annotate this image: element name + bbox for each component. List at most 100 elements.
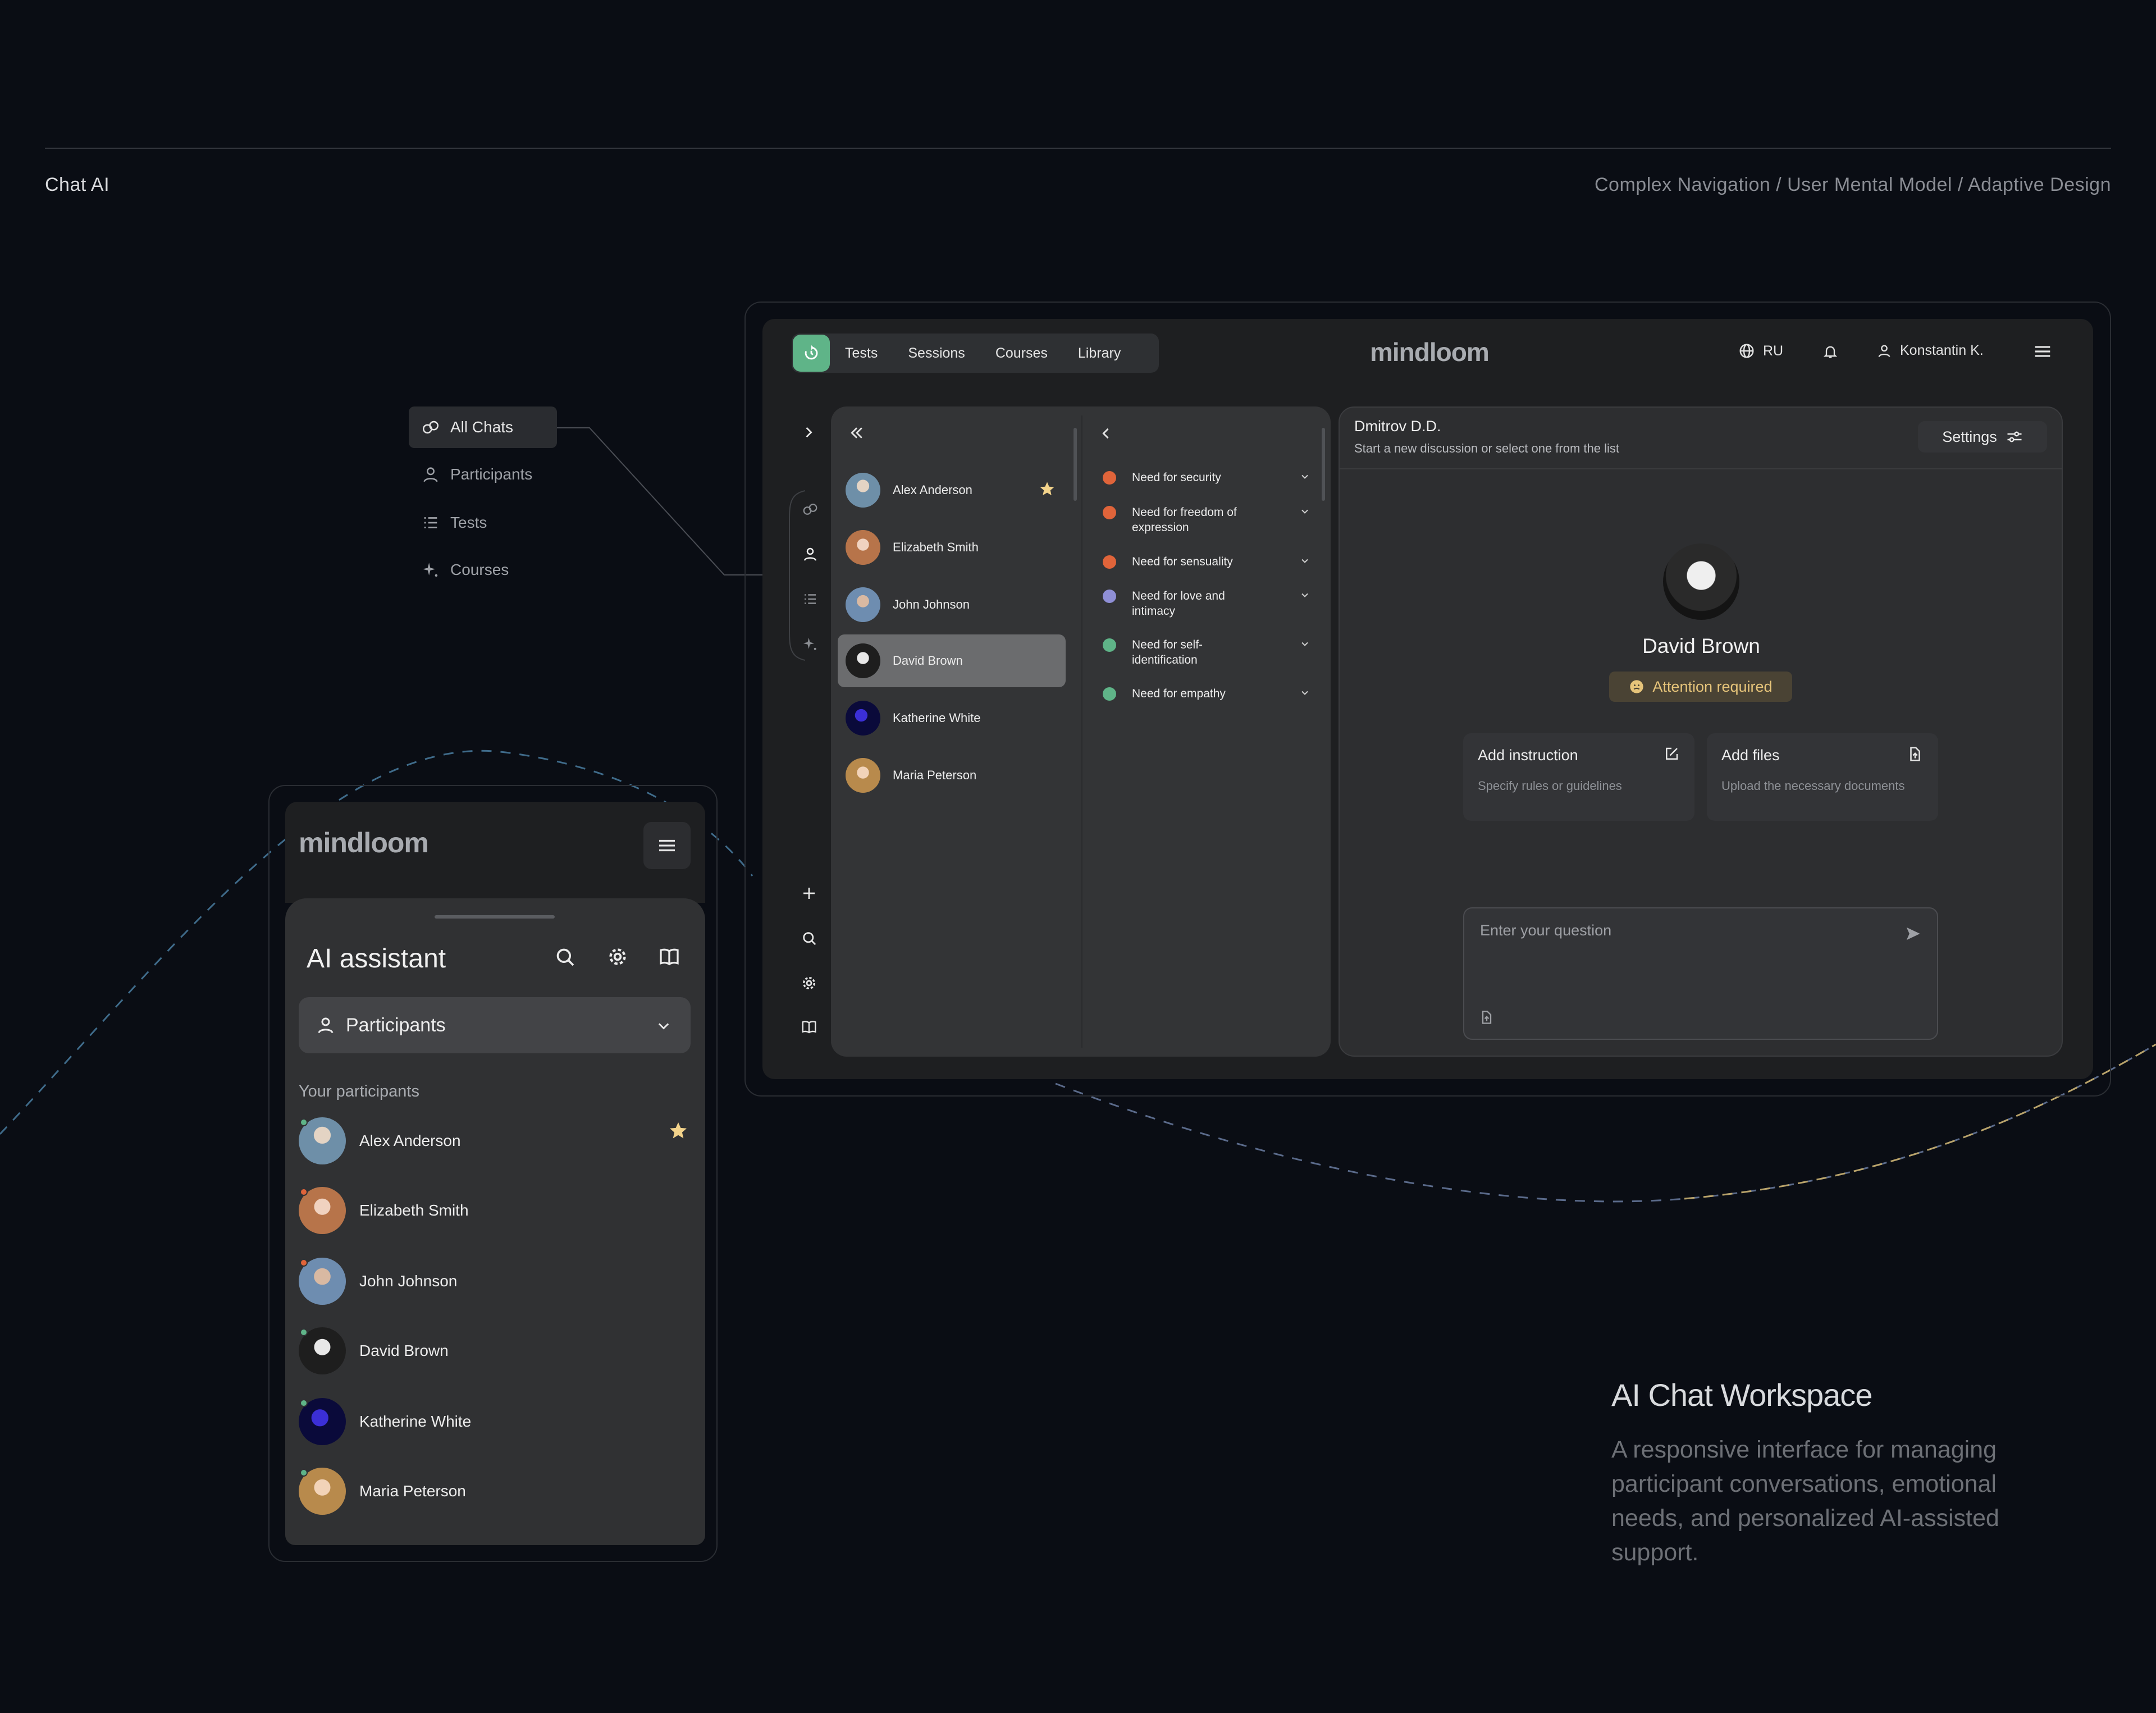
chevron-down-icon[interactable] xyxy=(1299,471,1310,482)
participant-name: Katherine White xyxy=(893,711,981,725)
rail-chats-icon[interactable] xyxy=(802,501,819,518)
need-label: Need for self- xyxy=(1132,638,1203,651)
sheet-drag-handle[interactable] xyxy=(435,915,555,919)
chevron-right-icon xyxy=(806,427,812,438)
needs-scrollbar[interactable] xyxy=(1322,428,1325,501)
neutral-icon xyxy=(1103,590,1116,603)
participant-row[interactable]: Katherine White xyxy=(838,692,1066,744)
need-item[interactable]: Need for love and intimacy xyxy=(1103,588,1310,619)
home-button[interactable] xyxy=(793,335,830,372)
gear-icon[interactable] xyxy=(801,975,817,992)
menu-item-courses[interactable]: Courses xyxy=(409,549,557,591)
send-icon[interactable] xyxy=(1904,925,1921,942)
avatar xyxy=(299,1398,346,1445)
need-label: Need for love and xyxy=(1132,590,1225,602)
need-item[interactable]: Need for freedom of expression xyxy=(1103,505,1310,535)
chevron-left-icon xyxy=(1102,428,1109,439)
arrow-up-icon xyxy=(1103,687,1116,701)
arrow-up-icon xyxy=(1103,638,1116,652)
need-item[interactable]: Need for self-identification xyxy=(1103,637,1310,668)
participant-name: David Brown xyxy=(359,1342,449,1359)
mobile-participant-row[interactable]: Elizabeth Smith xyxy=(299,1184,692,1237)
status-dot xyxy=(300,1399,308,1407)
status-dot xyxy=(300,1188,308,1196)
chevron-down-icon[interactable] xyxy=(1299,506,1310,517)
language-switch[interactable]: RU xyxy=(1738,342,1783,359)
avatar xyxy=(299,1468,346,1515)
card-title: Add instruction xyxy=(1478,747,1578,764)
book-icon[interactable] xyxy=(658,945,680,968)
status-dot xyxy=(300,1259,308,1267)
rail-tests-icon[interactable] xyxy=(802,591,819,607)
need-item[interactable]: Need for security xyxy=(1103,470,1310,485)
arrow-down-icon xyxy=(1103,471,1116,485)
status-dot xyxy=(300,1118,308,1126)
question-box xyxy=(1463,907,1938,1040)
chevron-down-icon[interactable] xyxy=(1299,687,1310,698)
participants-scrollbar[interactable] xyxy=(1074,428,1077,501)
chevron-down-icon[interactable] xyxy=(1299,590,1310,601)
gear-icon[interactable] xyxy=(606,945,629,968)
participant-row[interactable]: Alex Anderson xyxy=(838,464,1066,517)
need-item[interactable]: Need for empathy xyxy=(1103,686,1310,701)
settings-button[interactable]: Settings xyxy=(1918,421,2047,453)
need-item[interactable]: Need for sensuality xyxy=(1103,554,1310,569)
participant-name: Alex Anderson xyxy=(359,1132,461,1149)
star-icon[interactable] xyxy=(1039,481,1056,497)
attach-file-icon[interactable] xyxy=(1479,1009,1495,1025)
avatar xyxy=(846,587,880,622)
participant-row[interactable]: Elizabeth Smith xyxy=(838,521,1066,574)
star-icon[interactable] xyxy=(668,1121,688,1141)
expand-rail-button[interactable] xyxy=(801,424,816,440)
collapse-needs-button[interactable] xyxy=(1098,426,1114,441)
search-icon[interactable] xyxy=(801,930,817,947)
chevron-down-icon[interactable] xyxy=(1299,638,1310,650)
hamburger-menu-icon xyxy=(659,839,675,852)
tab-sessions[interactable]: Sessions xyxy=(893,345,980,362)
tab-library[interactable]: Library xyxy=(1063,345,1136,362)
person-icon xyxy=(318,1017,334,1034)
section-select[interactable]: Participants xyxy=(299,997,691,1053)
menu-item-tests[interactable]: Tests xyxy=(409,502,557,543)
tab-tests[interactable]: Tests xyxy=(830,345,893,362)
menu-item-participants[interactable]: Participants xyxy=(409,454,557,495)
add-files-card[interactable]: Add files Upload the necessary documents xyxy=(1707,733,1938,821)
chevron-down-icon[interactable] xyxy=(1299,555,1310,567)
avatar xyxy=(846,758,880,793)
mobile-participant-row[interactable]: Alex Anderson xyxy=(299,1114,692,1168)
tab-courses[interactable]: Courses xyxy=(980,345,1063,362)
menu-item-all-chats[interactable]: All Chats xyxy=(409,406,557,448)
participant-row[interactable]: Maria Peterson xyxy=(838,749,1066,802)
person-icon xyxy=(1878,345,1890,357)
mobile-participant-row[interactable]: Katherine White xyxy=(299,1395,692,1449)
user-menu[interactable]: Konstantin K. xyxy=(1876,342,1984,359)
book-icon[interactable] xyxy=(801,1018,817,1035)
double-chevron-left-icon xyxy=(851,427,862,438)
page-title: Chat AI xyxy=(45,174,110,195)
mobile-participant-row[interactable]: John Johnson xyxy=(299,1254,692,1308)
user-name: Konstantin K. xyxy=(1900,342,1984,358)
section-label: Your participants xyxy=(299,1082,419,1100)
rail-courses-icon[interactable] xyxy=(802,636,819,652)
participant-row[interactable]: John Johnson xyxy=(838,578,1066,631)
sad-face-icon xyxy=(1630,680,1644,693)
mobile-participant-row[interactable]: David Brown xyxy=(299,1324,692,1378)
add-instruction-card[interactable]: Add instruction Specify rules or guideli… xyxy=(1463,733,1694,821)
mobile-menu-button[interactable] xyxy=(643,822,691,869)
person-icon xyxy=(421,465,440,484)
plus-icon[interactable] xyxy=(801,885,817,902)
caption-body: A responsive interface for managing part… xyxy=(1611,1436,1999,1566)
hamburger-menu-icon[interactable] xyxy=(2034,344,2052,359)
question-input[interactable] xyxy=(1480,922,1895,939)
mobile-title: AI assistant xyxy=(307,944,446,974)
collapse-list-button[interactable] xyxy=(848,424,866,441)
search-icon[interactable] xyxy=(554,945,576,968)
list-icon xyxy=(421,513,440,532)
top-nav: Tests Sessions Courses Library xyxy=(792,334,1159,373)
avatar xyxy=(299,1327,346,1374)
participant-row-active[interactable]: David Brown xyxy=(838,634,1066,687)
menu-item-label: All Chats xyxy=(450,418,514,436)
rail-participants-icon[interactable] xyxy=(802,546,819,563)
bell-icon[interactable] xyxy=(1822,344,1838,359)
mobile-participant-row[interactable]: Maria Peterson xyxy=(299,1464,692,1518)
